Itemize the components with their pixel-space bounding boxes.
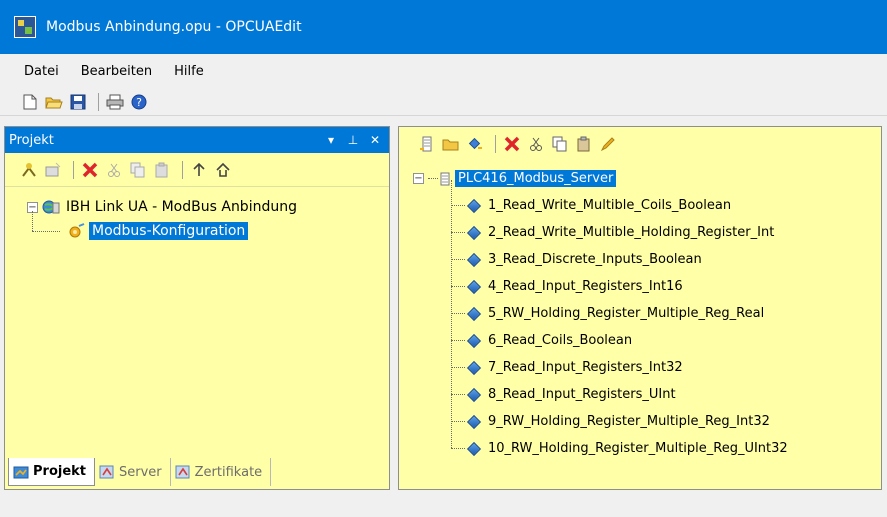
variable-icon bbox=[466, 225, 482, 240]
variable-icon bbox=[466, 279, 482, 294]
print-icon[interactable] bbox=[105, 92, 125, 112]
add-item-icon[interactable] bbox=[43, 160, 63, 180]
window-title: Modbus Anbindung.opu - OPCUAEdit bbox=[46, 19, 302, 35]
server-toolbar bbox=[399, 127, 881, 161]
dropdown-icon[interactable]: ▾ bbox=[323, 132, 339, 148]
new-project-icon[interactable] bbox=[19, 160, 39, 180]
variable-item[interactable]: 7_Read_Input_Registers_Int32 bbox=[451, 354, 881, 381]
main-toolbar: ? bbox=[0, 88, 887, 116]
toolbar-separator bbox=[182, 160, 183, 179]
cut-icon[interactable] bbox=[526, 134, 546, 154]
tab-zertifikate[interactable]: Zertifikate bbox=[170, 458, 272, 486]
close-icon[interactable]: ✕ bbox=[367, 132, 383, 148]
variable-item[interactable]: 8_Read_Input_Registers_UInt bbox=[451, 381, 881, 408]
variable-item[interactable]: 2_Read_Write_Multible_Holding_Register_I… bbox=[451, 219, 881, 246]
project-tree: − IBH Link UA - ModBus Anbindung Modbus-… bbox=[5, 187, 389, 243]
tree-line bbox=[451, 421, 465, 422]
paste-icon[interactable] bbox=[574, 134, 594, 154]
menu-bearbeiten[interactable]: Bearbeiten bbox=[81, 64, 152, 79]
variable-icon bbox=[466, 441, 482, 456]
project-pane-title: Projekt bbox=[9, 132, 54, 148]
tree-node-root[interactable]: − IBH Link UA - ModBus Anbindung bbox=[27, 195, 389, 219]
variable-icon bbox=[466, 333, 482, 348]
variable-icon bbox=[466, 252, 482, 267]
copy-icon[interactable] bbox=[128, 160, 148, 180]
cut-icon[interactable] bbox=[104, 160, 124, 180]
application-window: Modbus Anbindung.opu - OPCUAEdit Datei B… bbox=[0, 0, 887, 517]
status-bar bbox=[0, 495, 887, 517]
server-root-label: PLC416_Modbus_Server bbox=[455, 170, 617, 187]
pin-icon[interactable]: ⊥ bbox=[345, 132, 361, 148]
tree-line bbox=[451, 232, 465, 233]
variable-icon bbox=[466, 198, 482, 213]
tree-line bbox=[451, 313, 465, 314]
collapse-icon[interactable]: − bbox=[413, 173, 424, 184]
open-icon[interactable] bbox=[44, 92, 64, 112]
save-icon[interactable] bbox=[68, 92, 88, 112]
add-server-icon[interactable] bbox=[417, 134, 437, 154]
app-icon bbox=[14, 16, 36, 38]
tab-server[interactable]: Server bbox=[95, 458, 171, 486]
tree-line bbox=[451, 340, 465, 341]
delete-icon[interactable] bbox=[80, 160, 100, 180]
copy-icon[interactable] bbox=[550, 134, 570, 154]
variable-icon bbox=[466, 414, 482, 429]
tree-root-label: IBH Link UA - ModBus Anbindung bbox=[66, 199, 297, 215]
variable-item[interactable]: 9_RW_Holding_Register_Multiple_Reg_Int32 bbox=[451, 408, 881, 435]
variable-item[interactable]: 1_Read_Write_Multible_Coils_Boolean bbox=[451, 192, 881, 219]
tree-line bbox=[451, 448, 465, 449]
project-tabs: Projekt Server Zertifikate bbox=[8, 458, 272, 486]
tree-line bbox=[451, 394, 465, 395]
title-bar[interactable]: Modbus Anbindung.opu - OPCUAEdit bbox=[0, 0, 887, 54]
server-tab-icon bbox=[99, 465, 114, 479]
certificate-tab-icon bbox=[175, 465, 190, 479]
project-pane-header: Projekt ▾ ⊥ ✕ bbox=[5, 127, 389, 153]
add-variable-icon[interactable] bbox=[465, 134, 485, 154]
menu-datei[interactable]: Datei bbox=[24, 64, 59, 79]
server-tree: − PLC416_Modbus_Server 1_Read_Write_Mult… bbox=[399, 161, 881, 462]
menu-hilfe[interactable]: Hilfe bbox=[174, 64, 204, 79]
project-toolbar bbox=[5, 153, 389, 187]
edit-icon[interactable] bbox=[598, 134, 618, 154]
tree-line bbox=[32, 231, 60, 232]
tree-line bbox=[451, 286, 465, 287]
tree-line bbox=[451, 205, 465, 206]
move-up-icon[interactable] bbox=[189, 160, 209, 180]
tree-line bbox=[451, 259, 465, 260]
server-pane: − PLC416_Modbus_Server 1_Read_Write_Mult… bbox=[398, 126, 882, 490]
help-icon[interactable]: ? bbox=[129, 92, 149, 112]
paste-icon[interactable] bbox=[152, 160, 172, 180]
variable-icon bbox=[466, 306, 482, 321]
config-gear-icon bbox=[67, 223, 85, 239]
tree-child-label: Modbus-Konfiguration bbox=[89, 222, 249, 240]
tree-node-modbus-config[interactable]: Modbus-Konfiguration bbox=[27, 211, 389, 243]
tab-projekt[interactable]: Projekt bbox=[8, 458, 96, 486]
toolbar-separator bbox=[495, 135, 496, 153]
tree-line bbox=[451, 367, 465, 368]
variable-item[interactable]: 6_Read_Coils_Boolean bbox=[451, 327, 881, 354]
variable-item[interactable]: 10_RW_Holding_Register_Multiple_Reg_UInt… bbox=[451, 435, 881, 462]
toolbar-separator bbox=[98, 92, 99, 111]
variable-item[interactable]: 3_Read_Discrete_Inputs_Boolean bbox=[451, 246, 881, 273]
tree-line bbox=[32, 211, 33, 231]
project-pane: Projekt ▾ ⊥ ✕ − IBH Link UA - ModBus Anb… bbox=[4, 126, 390, 490]
variable-item[interactable]: 4_Read_Input_Registers_Int16 bbox=[451, 273, 881, 300]
menu-bar: Datei Bearbeiten Hilfe bbox=[0, 58, 887, 84]
svg-text:?: ? bbox=[136, 96, 142, 109]
variable-icon bbox=[466, 360, 482, 375]
delete-icon[interactable] bbox=[502, 134, 522, 154]
tree-line bbox=[428, 178, 438, 179]
variable-icon bbox=[466, 387, 482, 402]
toolbar-separator bbox=[73, 160, 74, 179]
globe-server-icon bbox=[42, 199, 60, 215]
server-icon bbox=[440, 172, 450, 186]
tree-node-server[interactable]: − PLC416_Modbus_Server bbox=[413, 165, 881, 192]
variable-item[interactable]: 5_RW_Holding_Register_Multiple_Reg_Real bbox=[451, 300, 881, 327]
new-icon[interactable] bbox=[20, 92, 40, 112]
project-tab-icon bbox=[13, 466, 29, 478]
add-folder-icon[interactable] bbox=[441, 134, 461, 154]
server-children: 1_Read_Write_Multible_Coils_Boolean 2_Re… bbox=[413, 180, 881, 462]
go-top-icon[interactable] bbox=[213, 160, 233, 180]
